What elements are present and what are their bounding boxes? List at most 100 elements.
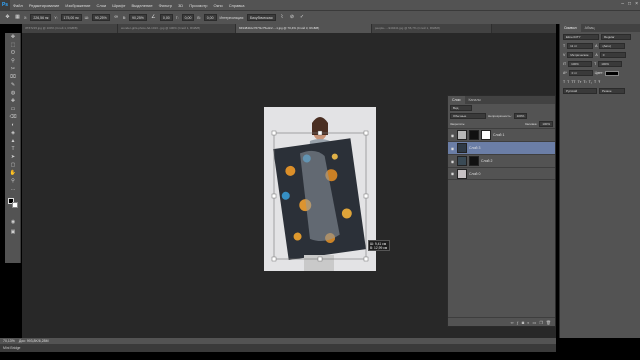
angle-field[interactable]: 0,00 [159, 14, 173, 21]
more-tools-icon[interactable]: … [7, 186, 19, 193]
fx-icon[interactable]: ƒ [516, 320, 518, 325]
menu-window[interactable]: Окно [210, 3, 225, 8]
all-caps-icon[interactable]: TT [571, 80, 575, 84]
leading-field[interactable]: (Авто) [599, 43, 626, 49]
quick-select-tool-icon[interactable]: ⚲ [7, 58, 19, 65]
link-icon[interactable]: ∞ [113, 14, 120, 21]
strikethrough-icon[interactable]: Ŧ [598, 80, 600, 84]
minimize-button[interactable]: – [621, 1, 624, 7]
visibility-eye-icon[interactable]: ◉ [450, 171, 455, 176]
layer-kind-select[interactable]: Вид [450, 105, 472, 111]
visibility-eye-icon[interactable]: ◉ [450, 159, 455, 164]
cancel-icon[interactable]: ⊘ [289, 14, 296, 21]
tab-layers[interactable]: Слои [448, 96, 465, 104]
close-button[interactable]: × [635, 1, 638, 7]
tab-paragraph[interactable]: Абзац [581, 24, 599, 32]
dodge-tool-icon[interactable]: ▲ [7, 138, 19, 145]
tracking-field[interactable]: 0 [599, 52, 626, 58]
zoom-level[interactable]: 70,13% [3, 339, 15, 343]
menu-select[interactable]: Выделение [128, 3, 155, 8]
folder-icon[interactable]: ▭ [533, 320, 537, 325]
menu-filter[interactable]: Фильтр [156, 3, 175, 8]
eyedropper-tool-icon[interactable]: ⌧ [7, 74, 19, 81]
screen-mode-icon[interactable]: ▣ [7, 229, 19, 236]
clone-stamp-tool-icon[interactable]: ✚ [7, 98, 19, 105]
layer-name[interactable]: Слой 0 [469, 172, 480, 176]
doc-tab[interactable]: wonder-girls-photo-hd-1013...jpg @ 100% … [118, 24, 236, 33]
blur-tool-icon[interactable]: ◈ [7, 130, 19, 137]
menu-view[interactable]: Просмотр [186, 3, 210, 8]
text-color-swatch[interactable] [605, 70, 620, 76]
doc-tab[interactable]: ЗТЗ7215.jpg @ 100% (Слой 1, RGB/8) [22, 24, 118, 33]
blend-mode-select[interactable]: Обычные [450, 113, 486, 119]
underline-icon[interactable]: T [594, 80, 596, 84]
tab-channels[interactable]: Каналы [465, 96, 485, 104]
faux-italic-icon[interactable]: T [567, 80, 569, 84]
font-family-select[interactable]: ElmerCITY [563, 34, 599, 40]
menu-3d[interactable]: 3D [175, 3, 186, 8]
height-field[interactable]: 90,25% [129, 14, 147, 21]
warp-icon[interactable]: ⌇ [279, 14, 286, 21]
visibility-eye-icon[interactable]: ◉ [450, 146, 455, 151]
healing-tool-icon[interactable]: ◍ [7, 90, 19, 97]
y-field[interactable]: 175,00 пк [60, 14, 82, 21]
fill-field[interactable]: 100% [539, 121, 553, 127]
document-canvas[interactable] [264, 107, 376, 271]
path-select-tool-icon[interactable]: ➤ [7, 154, 19, 161]
language-select[interactable]: Русский [563, 88, 597, 94]
v-skew-field[interactable]: 0,00 [203, 14, 217, 21]
layer-name[interactable]: Слой 3 [469, 146, 480, 150]
shape-tool-icon[interactable]: ▢ [7, 162, 19, 169]
kerning-field[interactable]: Метрические [567, 52, 594, 58]
antialias-select[interactable]: Резкое [599, 88, 625, 94]
crop-tool-icon[interactable]: ✂ [7, 66, 19, 73]
vertical-scale-field[interactable]: 100% [568, 61, 593, 67]
mask-icon[interactable]: ◙ [522, 320, 524, 325]
layer-row[interactable]: ◉ Слой 2 [448, 154, 555, 167]
layer-row-selected[interactable]: ◉ Слой 3 [448, 141, 555, 154]
reference-point-icon[interactable]: ▦ [14, 14, 21, 21]
doc-tab[interactable]: people-...-940441.jpg @ 56,7% (Слой 1, R… [372, 24, 492, 33]
zoom-tool-icon[interactable]: ⚲ [7, 178, 19, 185]
move-tool-icon[interactable]: ✥ [7, 34, 19, 41]
adjustment-icon[interactable]: ◐ [527, 320, 529, 325]
gradient-tool-icon[interactable]: ◐ [7, 122, 19, 129]
background-color-swatch[interactable] [12, 202, 18, 208]
link-icon[interactable]: ∞ [511, 320, 514, 325]
doc-tab-active[interactable]: 8494841bc767f1c75e3c2...-1.jpg @ 70,4% (… [236, 24, 372, 33]
menu-help[interactable]: Справка [226, 3, 248, 8]
maximize-button[interactable]: □ [628, 1, 631, 7]
color-swatches[interactable] [8, 198, 18, 208]
horizontal-scale-field[interactable]: 100% [598, 61, 623, 67]
hand-tool-icon[interactable]: ✋ [7, 170, 19, 177]
quick-mask-icon[interactable]: ◉ [7, 219, 19, 226]
trash-icon[interactable]: 🗑 [546, 320, 551, 325]
lasso-tool-icon[interactable]: ʘ [7, 50, 19, 57]
subscript-icon[interactable]: T₁ [589, 80, 592, 84]
faux-bold-icon[interactable]: T [563, 80, 565, 84]
eraser-tool-icon[interactable]: ⌫ [7, 114, 19, 121]
x-field[interactable]: 226,56 пк [30, 14, 52, 21]
menu-edit[interactable]: Редактирование [26, 3, 62, 8]
type-tool-icon[interactable]: T [7, 146, 19, 153]
marquee-tool-icon[interactable]: ⬚ [7, 42, 19, 49]
layer-name[interactable]: Слой 2 [481, 159, 492, 163]
menu-layer[interactable]: Слои [94, 3, 110, 8]
menu-file[interactable]: Файл [10, 3, 26, 8]
width-field[interactable]: 90,25% [91, 14, 110, 21]
layer-name[interactable]: Слой 1 [493, 133, 504, 137]
baseline-field[interactable]: 0 пт [568, 70, 593, 76]
move-tool-icon[interactable]: ✥ [4, 14, 11, 21]
menu-image[interactable]: Изображение [62, 3, 93, 8]
layer-row[interactable]: ◉ Слой 1 [448, 128, 555, 141]
font-style-select[interactable]: Regular [601, 34, 631, 40]
superscript-icon[interactable]: T¹ [583, 80, 586, 84]
visibility-eye-icon[interactable]: ◉ [450, 133, 455, 138]
mini-bridge-panel[interactable]: Mini Bridge [0, 344, 556, 352]
interpolation-select[interactable]: Бикубическая [246, 14, 276, 21]
font-size-field[interactable]: 11 пт [567, 43, 594, 49]
opacity-field[interactable]: 100% [513, 113, 528, 119]
small-caps-icon[interactable]: Tт [578, 80, 582, 84]
brush-tool-icon[interactable]: ✎ [7, 82, 19, 89]
layer-row[interactable]: ◉ Слой 0 [448, 167, 555, 180]
